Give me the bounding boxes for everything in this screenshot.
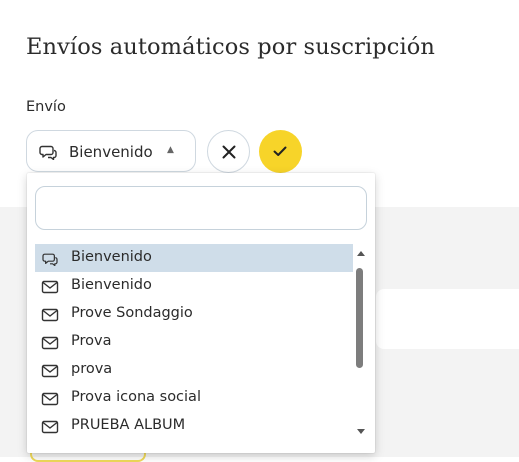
envelope-icon xyxy=(41,335,59,350)
field-label: Envío xyxy=(26,99,66,115)
option-label: prova xyxy=(71,361,113,377)
dropdown-options-list: Bienvenido Bienvenido Prove Sondaggio Pr… xyxy=(35,244,353,440)
confirm-button[interactable] xyxy=(259,130,302,173)
dropdown-option[interactable]: Prove Sondaggio xyxy=(35,300,353,328)
option-label: Prove Sondaggio xyxy=(71,305,193,321)
option-label: Bienvenido xyxy=(71,277,152,293)
select-dropdown: Bienvenido Bienvenido Prove Sondaggio Pr… xyxy=(27,173,375,453)
page-title: Envíos automáticos por suscripción xyxy=(26,34,436,60)
scroll-down-arrow-icon[interactable] xyxy=(357,429,365,434)
option-label: Prova icona social xyxy=(71,389,201,405)
chat-bubble-icon xyxy=(41,251,59,267)
background-card xyxy=(376,289,519,349)
dropdown-option[interactable]: prova xyxy=(35,356,353,384)
dropdown-option[interactable]: Bienvenido xyxy=(35,272,353,300)
envelope-icon xyxy=(41,419,59,434)
close-icon xyxy=(222,145,236,159)
scrollbar-thumb[interactable] xyxy=(356,268,363,368)
dropdown-option[interactable]: Prova icona social xyxy=(35,384,353,412)
caret-up-icon: ▲ xyxy=(167,145,174,155)
dropdown-scrollbar[interactable] xyxy=(354,246,368,440)
envelope-icon xyxy=(41,307,59,322)
scroll-up-arrow-icon[interactable] xyxy=(357,251,365,256)
envio-select[interactable]: Bienvenido ▲ xyxy=(26,130,196,172)
envelope-icon xyxy=(41,279,59,294)
select-value: Bienvenido xyxy=(69,143,153,161)
envelope-icon xyxy=(41,363,59,378)
option-label: Prova xyxy=(71,333,112,349)
dropdown-option[interactable]: PRUEBA ALBUM xyxy=(35,412,353,440)
envelope-icon xyxy=(41,391,59,406)
dropdown-search-input[interactable] xyxy=(35,186,367,230)
cancel-button[interactable] xyxy=(207,130,250,173)
option-label: PRUEBA ALBUM xyxy=(71,417,186,433)
dropdown-option[interactable]: Prova xyxy=(35,328,353,356)
chat-bubble-icon xyxy=(39,144,57,161)
dropdown-option[interactable]: Bienvenido xyxy=(35,244,353,272)
check-icon xyxy=(273,146,287,156)
option-label: Bienvenido xyxy=(71,249,152,265)
